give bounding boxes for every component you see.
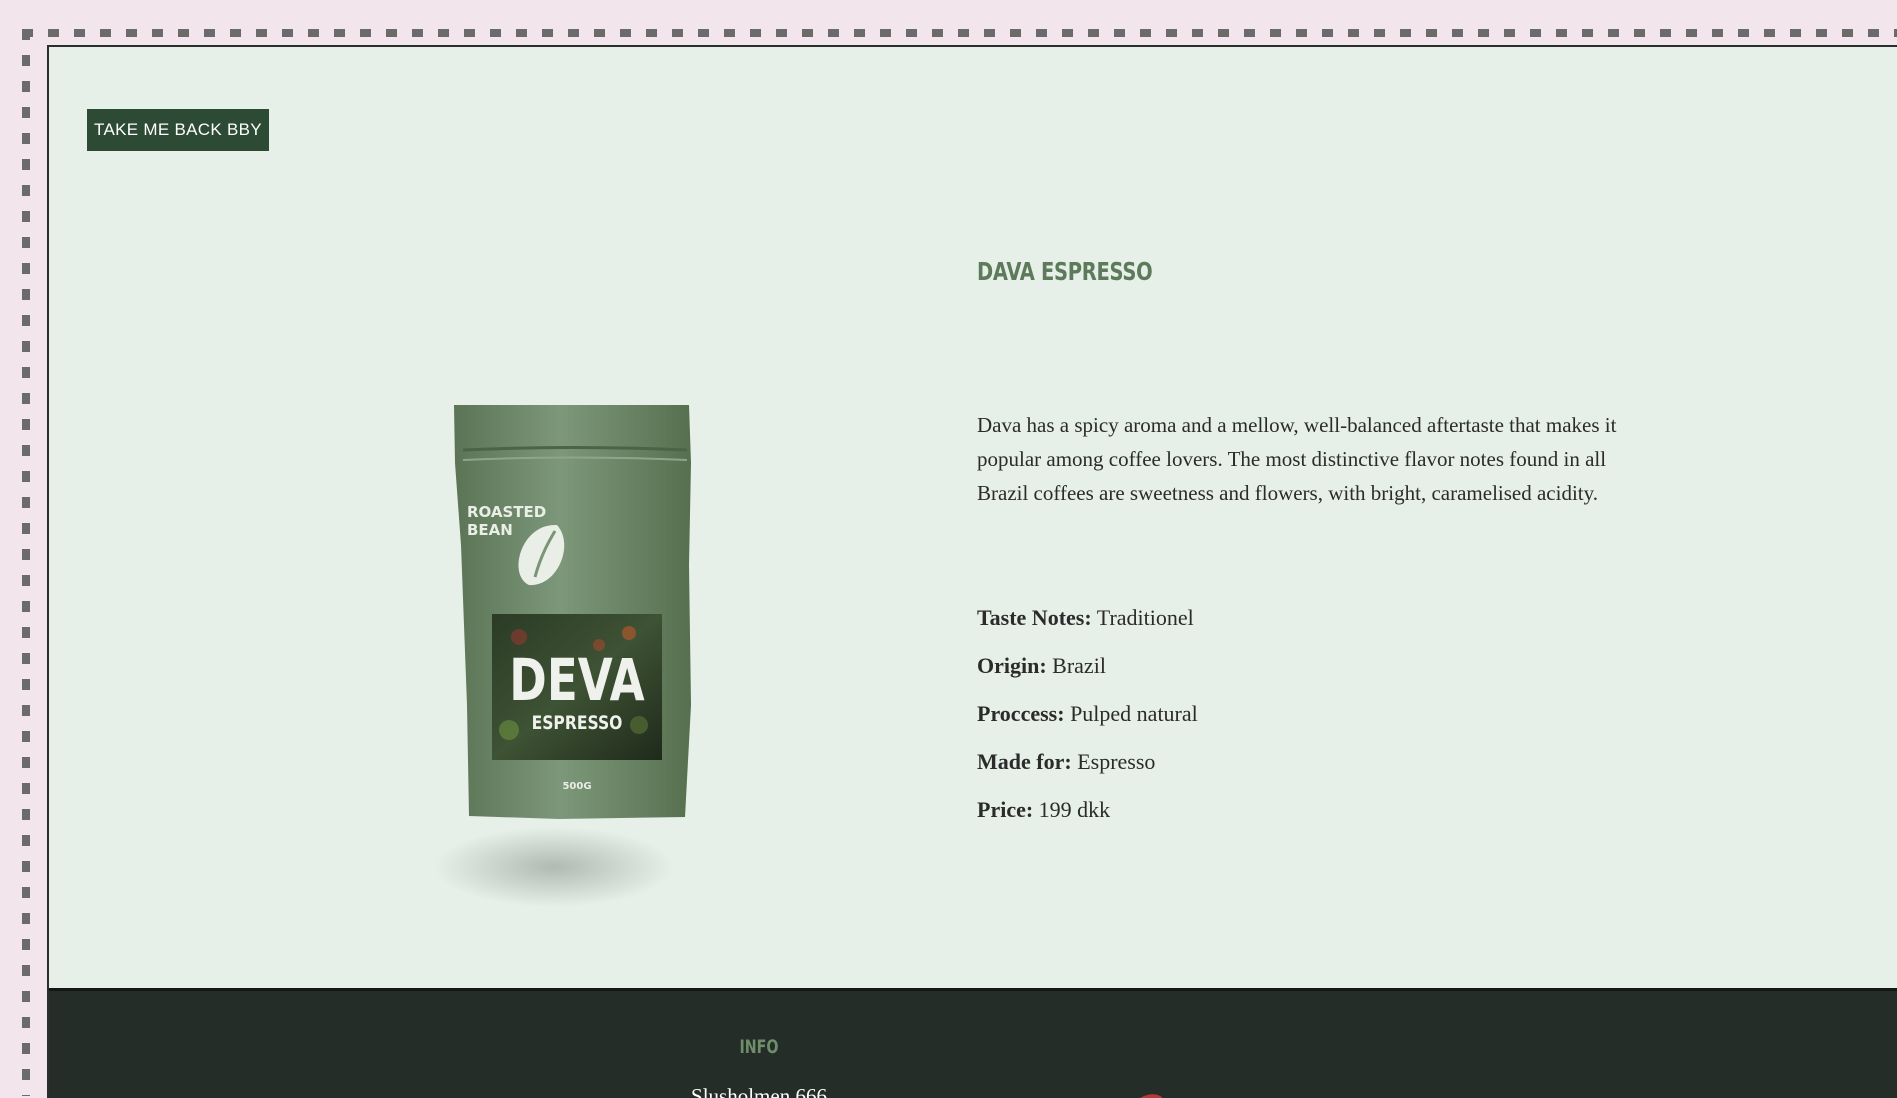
package-name: DEVA xyxy=(509,648,644,715)
spec-taste-notes: Taste Notes: Traditionel xyxy=(977,604,1194,632)
back-button[interactable]: TAKE ME BACK BBY xyxy=(87,109,269,151)
footer: INFO Slusholmen 666 xyxy=(49,988,1897,1098)
spec-label: Taste Notes: xyxy=(977,605,1092,630)
spec-label: Origin: xyxy=(977,653,1047,678)
spec-value: Espresso xyxy=(1077,749,1156,774)
product-info: DAVA ESPRESSO Dava has a spicy aroma and… xyxy=(977,255,1647,822)
dashed-border-left xyxy=(22,29,30,1096)
spec-value: Brazil xyxy=(1052,653,1106,678)
spec-value: Traditionel xyxy=(1096,605,1194,630)
spec-label: Made for: xyxy=(977,749,1072,774)
package-weight: 500G xyxy=(562,781,591,792)
spec-label: Proccess: xyxy=(977,701,1065,726)
spec-value: Pulped natural xyxy=(1070,701,1198,726)
product-title: DAVA ESPRESSO xyxy=(977,257,1153,286)
dashed-border-top xyxy=(22,29,1897,37)
package-brand-line2: BEAN xyxy=(467,521,513,539)
package-subtitle: ESPRESSO xyxy=(532,713,623,735)
footer-info-heading: INFO xyxy=(739,1036,779,1058)
spec-process: Proccess: Pulped natural xyxy=(977,700,1198,728)
product-description: Dava has a spicy aroma and a mellow, wel… xyxy=(977,413,1617,505)
spec-origin: Origin: Brazil xyxy=(977,652,1106,680)
spec-price: Price: 199 dkk xyxy=(977,796,1110,824)
package-brand-line1: ROASTED xyxy=(467,503,546,521)
spec-made-for: Made for: Espresso xyxy=(977,748,1155,776)
product-page: TAKE ME BACK BBY ROASTED BEAN DEVA ESPRE… xyxy=(47,45,1897,1098)
footer-logo-icon xyxy=(1140,1094,1163,1098)
spec-value: 199 dkk xyxy=(1038,797,1111,822)
coffee-package-image: ROASTED BEAN DEVA ESPRESSO 500G xyxy=(434,405,691,907)
spec-label: Price: xyxy=(977,797,1034,822)
